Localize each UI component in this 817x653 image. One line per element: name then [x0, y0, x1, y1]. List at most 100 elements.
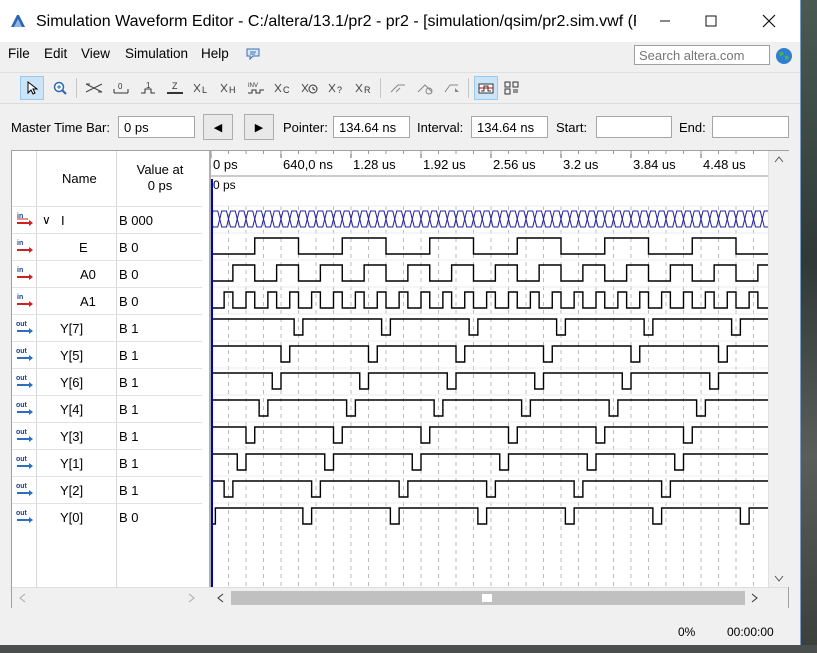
arrow-right-icon: ▶ [254, 121, 264, 134]
bus-segment [227, 210, 238, 228]
arrow-left-icon: ◀ [213, 121, 223, 134]
waveform-canvas[interactable]: 0 ps 640,0 ns 1.28 us 1.92 us 2.56 us 3.2 us 3… [210, 151, 772, 587]
bus-segment [577, 210, 588, 228]
grid-settings-button[interactable] [413, 76, 437, 100]
signal-row[interactable]: in A0 B 0 [12, 260, 202, 287]
forcing-low-button[interactable]: 0 [109, 76, 133, 100]
count-value-button[interactable]: C [271, 76, 295, 100]
scroll-left-icon[interactable] [18, 593, 26, 603]
menu-edit[interactable]: Edit [44, 46, 67, 61]
waveform-e [211, 237, 769, 255]
menu-view[interactable]: View [81, 46, 110, 61]
signal-list-horizontal-scrollbar[interactable] [12, 587, 212, 608]
svg-text:out: out [16, 402, 28, 409]
start-input[interactable] [596, 116, 672, 138]
menu-help[interactable]: Help [201, 46, 229, 61]
master-time-bar-input[interactable] [118, 116, 195, 138]
toolbar-separator [380, 78, 381, 98]
simulate-button[interactable] [440, 76, 464, 100]
invert-icon: INV [248, 83, 264, 94]
waveform-horizontal-scrollbar[interactable] [211, 587, 788, 608]
toolbar-separator [468, 78, 469, 98]
maximize-button[interactable] [688, 0, 734, 42]
bus-segment [280, 210, 291, 228]
end-label: End: [679, 120, 706, 135]
signal-row[interactable]: out Y[2] B 1 [12, 476, 202, 503]
signal-row[interactable]: out Y[0] B 0 [12, 503, 202, 530]
scroll-right-icon[interactable] [188, 593, 196, 603]
status-bar: 0% 00:00:00 [0, 620, 800, 645]
signal-row[interactable]: in E B 0 [12, 233, 202, 260]
signal-row[interactable]: out Y[6] B 1 [12, 368, 202, 395]
name-column-header[interactable]: Name [62, 171, 97, 186]
menu-simulation[interactable]: Simulation [125, 46, 188, 61]
bus-segment [639, 210, 650, 228]
arbitrary-value-button[interactable]: ? [325, 76, 349, 100]
forcing-high-button[interactable]: 1 [136, 76, 160, 100]
signal-row[interactable]: in A1 B 0 [12, 287, 202, 314]
weak-high-button[interactable]: H [217, 76, 241, 100]
waveform-y7 [211, 318, 769, 336]
selection-tool-button[interactable] [20, 76, 44, 100]
help-chat-icon[interactable] [245, 46, 261, 62]
input-pin-icon: in [17, 294, 33, 307]
bus-segment [630, 210, 641, 228]
signal-row[interactable]: out Y[4] B 1 [12, 395, 202, 422]
snap-to-grid-button[interactable] [386, 76, 410, 100]
menu-file[interactable]: File [8, 46, 30, 61]
signal-row[interactable]: out Y[7] B 1 [12, 314, 202, 341]
bus-segment [306, 210, 317, 228]
scroll-right-icon[interactable] [751, 593, 759, 603]
globe-icon[interactable] [775, 47, 793, 65]
signal-name: Y[2] [60, 483, 84, 498]
overwrite-clock-button[interactable] [298, 76, 322, 100]
bus-segment [735, 210, 746, 228]
output-pin-icon: out [16, 510, 33, 523]
desktop-background-bottom [0, 645, 817, 653]
signal-list: Name Value at 0 ps in ∨ I B 000 in E B 0 in A0 B … [12, 151, 202, 607]
svg-text:R: R [364, 85, 371, 95]
waveform-area[interactable]: 0 ps 640,0 ns 1.28 us 1.92 us 2.56 us 3.2 us 3… [209, 151, 772, 587]
value-column-header[interactable]: Value at 0 ps [122, 162, 198, 194]
invert-button[interactable]: INV [244, 76, 268, 100]
scroll-left-icon[interactable] [216, 593, 224, 603]
uninitialized-x-icon [85, 83, 103, 93]
interval-input[interactable] [471, 116, 548, 138]
interval-label: Interval: [417, 120, 464, 135]
expand-chevron-icon[interactable]: ∨ [42, 213, 51, 227]
uninitialized-button[interactable] [82, 76, 106, 100]
end-input[interactable] [712, 116, 789, 138]
next-transition-button[interactable]: ▶ [244, 114, 274, 140]
scrollbar-thumb[interactable] [231, 591, 745, 605]
thumb-grip [482, 594, 492, 602]
random-value-button[interactable]: R [352, 76, 376, 100]
simulate-icon [444, 84, 459, 93]
bus-segment [271, 210, 282, 228]
time-tick-label: 640,0 ns [283, 157, 333, 172]
functional-simulation-button[interactable] [474, 76, 498, 100]
bus-segment [289, 210, 300, 228]
bus-segment [490, 210, 501, 228]
svg-text:out: out [16, 375, 28, 382]
timing-display-button[interactable] [500, 76, 524, 100]
vertical-scrollbar[interactable] [768, 151, 789, 587]
weak-low-button[interactable]: L [190, 76, 214, 100]
svg-text:out: out [16, 429, 28, 436]
scroll-down-icon[interactable] [774, 575, 784, 583]
svg-text:?: ? [337, 85, 342, 95]
pointer-input[interactable] [333, 116, 410, 138]
previous-transition-button[interactable]: ◀ [203, 114, 233, 140]
scroll-up-icon[interactable] [774, 155, 784, 163]
value-header-line2: 0 ps [147, 178, 173, 193]
close-button[interactable] [746, 0, 792, 42]
minimize-button[interactable] [642, 0, 688, 42]
zoom-tool-button[interactable] [48, 76, 72, 100]
search-input[interactable] [634, 45, 770, 65]
signal-row[interactable]: out Y[5] B 1 [12, 341, 202, 368]
signal-row[interactable]: out Y[3] B 1 [12, 422, 202, 449]
signal-row[interactable]: in ∨ I B 000 [12, 206, 202, 233]
waveform-y1 [211, 453, 769, 471]
high-impedance-button[interactable]: Z [163, 76, 187, 100]
signal-row[interactable]: out Y[1] B 1 [12, 449, 202, 476]
window-title: Simulation Waveform Editor - C:/altera/1… [36, 13, 636, 30]
